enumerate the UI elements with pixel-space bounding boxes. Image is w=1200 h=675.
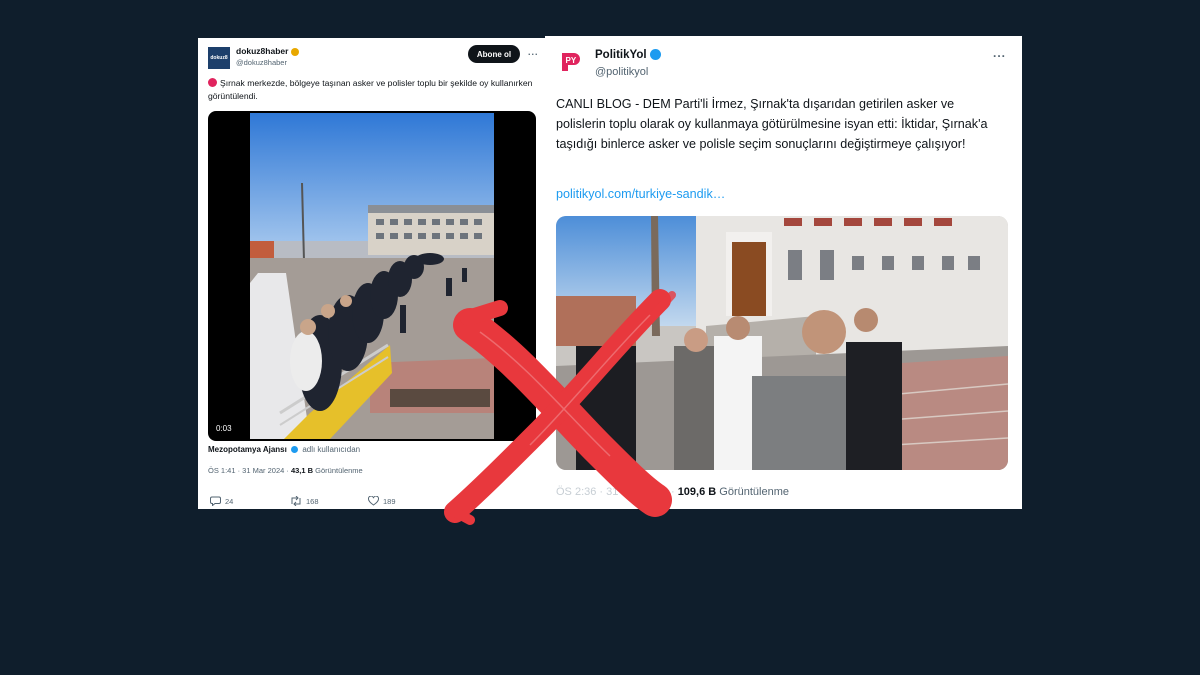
- x-mark-icon: [444, 289, 676, 525]
- page: { "left_tweet": { "display_name": "dokuz…: [0, 0, 1200, 675]
